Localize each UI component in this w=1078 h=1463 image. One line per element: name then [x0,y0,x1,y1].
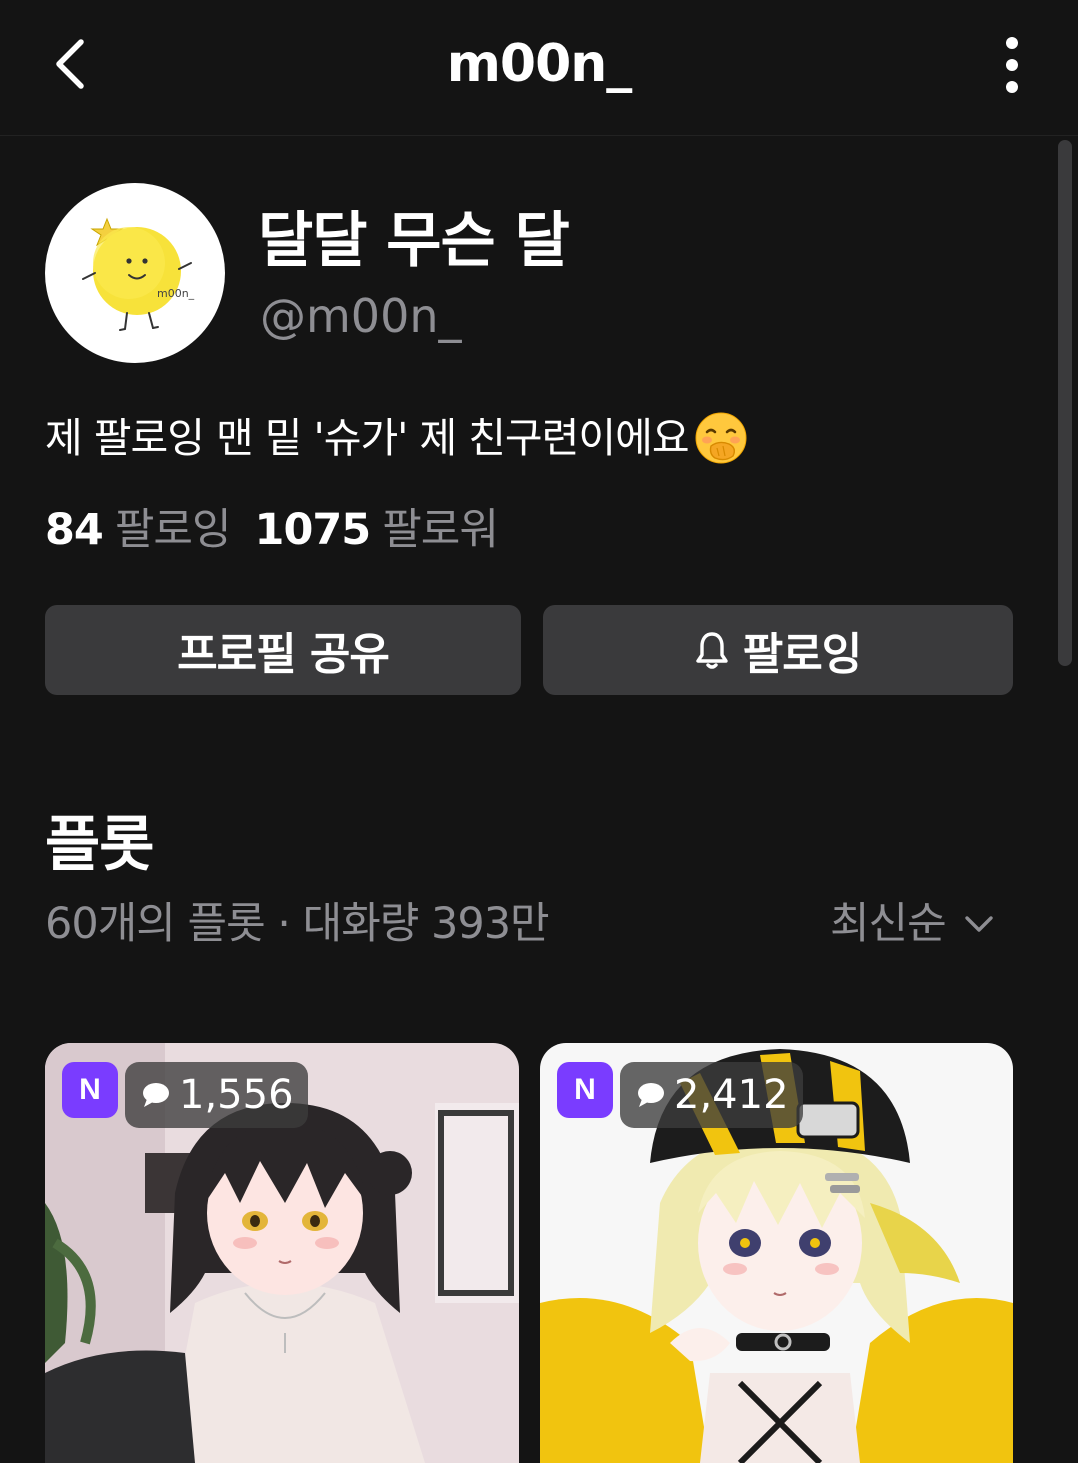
face-with-hand-over-mouth-icon [695,412,747,464]
chat-count: 2,412 [674,1072,789,1118]
new-badge: N [62,1062,118,1118]
sort-label: 최신순 [830,899,947,949]
share-profile-button[interactable]: 프로필 공유 [45,605,521,695]
bio: 제 팔로잉 맨 밑 '슈가' 제 친구련이에요 [45,410,749,466]
sort-dropdown[interactable]: 최신순 [830,896,994,952]
top-bar: m00n_ [0,0,1078,136]
plot-card[interactable]: N 2,412 [540,1043,1013,1463]
following-button-label: 팔로잉 [742,629,862,680]
bio-text: 제 팔로잉 맨 밑 '슈가' 제 친구련이에요 [45,414,690,462]
chevron-down-icon [964,915,994,933]
display-name: 달달 무슨 달 [258,206,570,276]
avatar: m00n_ [45,183,225,363]
following-label[interactable]: 팔로잉 [115,505,232,555]
following-count[interactable]: 84 [45,505,104,555]
share-profile-label: 프로필 공유 [177,629,390,680]
followers-count[interactable]: 1075 [255,505,372,555]
page-title: m00n_ [446,34,633,94]
avatar-caption: m00n_ [157,287,195,300]
section-title-plots: 플롯 [45,810,154,880]
chat-count: 1,556 [179,1072,294,1118]
bell-icon [695,630,729,670]
new-badge: N [557,1062,613,1118]
follow-stats: 84 팔로잉 1075 팔로워 [45,502,499,558]
moon-character-illustration: m00n_ [82,217,195,331]
more-options-button[interactable] [984,32,1040,98]
followers-label[interactable]: 팔로워 [382,505,499,555]
username-handle: @m00n_ [260,289,462,343]
following-button[interactable]: 팔로잉 [543,605,1013,695]
chat-count-badge: 1,556 [125,1062,308,1128]
scrollbar[interactable] [1058,140,1072,666]
plot-card[interactable]: N 1,556 [45,1043,519,1463]
chat-bubble-icon [141,1081,171,1109]
chat-count-badge: 2,412 [620,1062,803,1128]
plots-summary: 60개의 플롯 · 대화량 393만 [45,899,550,949]
chat-bubble-icon [636,1081,666,1109]
more-vertical-icon [1006,37,1018,93]
